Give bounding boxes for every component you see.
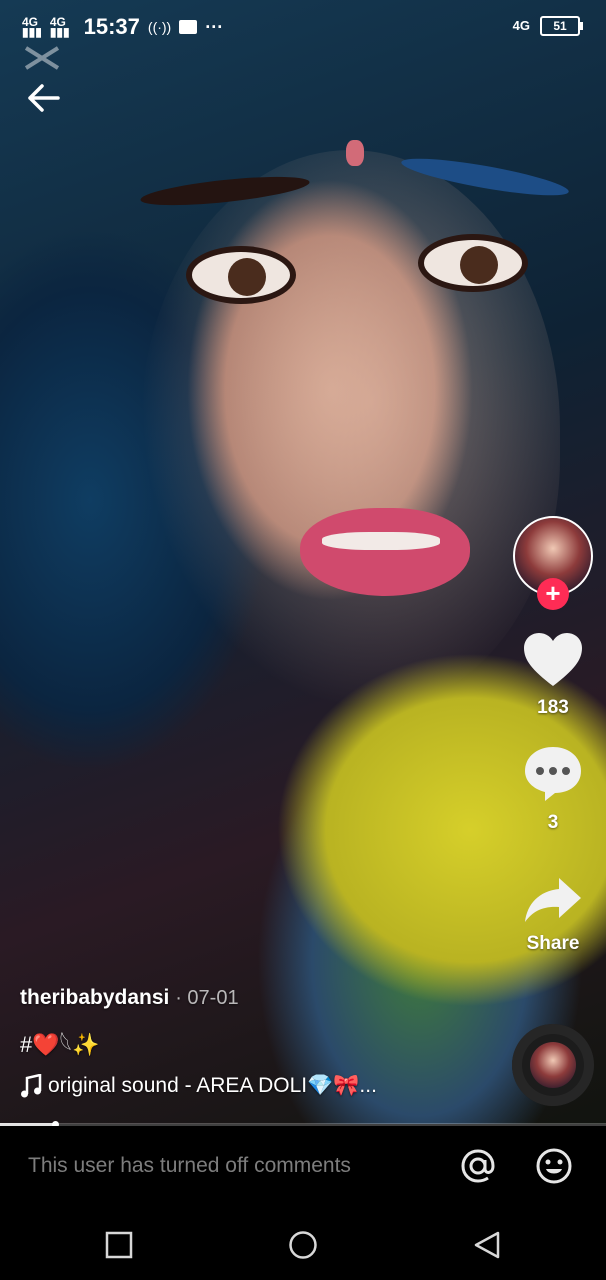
app-logo-icon [22,44,62,70]
signal-icon: 4G ▮▮▮ [22,15,42,39]
status-bar: 4G ▮▮▮ 4G ▮▮▮ 15:37 ((·)) ··· 4G 51 [0,0,606,54]
post-date: · 07-01 [175,987,239,1009]
sound-disc-cover [530,1042,576,1088]
video-frame-face [140,150,560,710]
share-arrow-icon [525,878,581,922]
music-note-icon [21,1074,42,1098]
network-type: 4G [512,18,530,33]
video-frame-detail [418,234,528,292]
mail-icon [179,20,198,34]
share-label: Share [526,933,580,954]
sound-disc[interactable] [512,1024,594,1106]
back-triangle-icon[interactable] [472,1230,502,1260]
hotspot-icon: ((·)) [147,19,172,35]
like-button[interactable]: 183 [510,632,596,719]
emoji-icon[interactable] [534,1146,574,1186]
battery-level: 51 [553,19,567,33]
follow-button[interactable]: + [537,578,569,610]
heart-icon [524,633,582,686]
action-rail: + 183 3 Share [510,516,596,955]
video-frame-detail [186,246,296,304]
like-count: 183 [537,697,569,718]
signal-icon: 4G ▮▮▮ [49,15,70,39]
comment-bubble-icon [525,747,581,801]
plus-icon: + [545,578,561,608]
recent-apps-icon[interactable] [104,1230,134,1260]
video-frame-detail [346,140,364,166]
sound-link[interactable]: original sound - AREA DOLI💎🎀... [20,1074,490,1098]
comment-bar: This user has turned off comments [0,1126,606,1208]
video-frame-detail [300,508,470,596]
system-nav-bar [0,1208,606,1280]
post-caption: theribabydansi · 07-01 #❤️𓆩✨ original so… [20,986,490,1098]
home-icon[interactable] [288,1230,318,1260]
comment-count: 3 [547,812,559,833]
more-notifications-icon: ··· [205,16,224,37]
clock: 15:37 [83,14,140,39]
sound-title: original sound - AREA DOLI💎🎀... [48,1074,377,1097]
username-link[interactable]: theribabydansi [20,986,169,1009]
share-button[interactable]: Share [510,876,596,955]
comment-button[interactable]: 3 [510,745,596,834]
back-arrow-icon[interactable] [24,78,64,118]
mention-icon[interactable] [458,1146,498,1186]
comments-disabled-notice: This user has turned off comments [28,1154,351,1177]
hashtags[interactable]: #❤️𓆩✨ [20,1024,490,1060]
battery-icon: 51 [540,16,583,36]
